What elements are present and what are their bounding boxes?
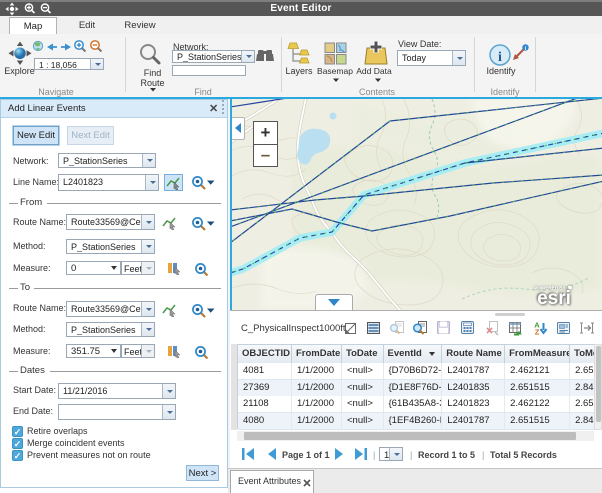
svg-text:|: | bbox=[373, 450, 375, 460]
svg-text:Record 1 to 5: Record 1 to 5 bbox=[418, 450, 475, 460]
svg-text:|: | bbox=[410, 450, 412, 460]
svg-text:|: | bbox=[482, 450, 484, 460]
svg-text:esri: esri bbox=[537, 288, 571, 309]
svg-text:Page 1 of 1: Page 1 of 1 bbox=[282, 450, 330, 460]
svg-text:i: i bbox=[498, 50, 502, 65]
svg-text:Total 5 Records: Total 5 Records bbox=[490, 450, 557, 460]
svg-text:Z: Z bbox=[535, 328, 540, 337]
